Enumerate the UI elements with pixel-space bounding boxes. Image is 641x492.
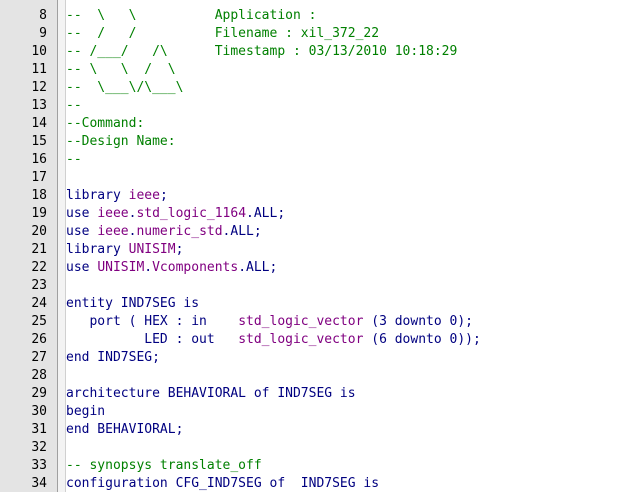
- line-number: 31: [31, 422, 47, 437]
- code-token-comment: -- / / Filename : xil_372_22: [66, 26, 380, 41]
- code-token-plain: ;: [159, 188, 168, 203]
- code-token-library: numeric_std: [136, 224, 223, 239]
- code-token-comment: -- \___\/\___\: [66, 80, 184, 95]
- line-number: 20: [31, 224, 47, 239]
- code-line[interactable]: -- / / Filename : xil_372_22: [66, 25, 641, 43]
- code-token-keyword: library: [66, 188, 129, 203]
- line-number: 12: [31, 80, 47, 95]
- code-line[interactable]: use ieee.std_logic_1164.ALL;: [66, 205, 641, 223]
- code-token-library: UNISIM: [97, 260, 145, 275]
- line-number: 34: [31, 476, 47, 491]
- code-line[interactable]: LED : out std_logic_vector (6 downto 0))…: [66, 331, 641, 349]
- code-token-comment: -- synopsys translate_off: [66, 458, 262, 473]
- code-token-keyword: configuration CFG_IND7SEG of IND7SEG is: [66, 476, 380, 491]
- code-line[interactable]: --Design Name:: [66, 133, 641, 151]
- code-line[interactable]: architecture BEHAVIORAL of IND7SEG is: [66, 385, 641, 403]
- line-number: 11: [31, 62, 47, 77]
- code-line[interactable]: [66, 169, 641, 187]
- line-number: 32: [31, 440, 47, 455]
- fold-margin: [58, 0, 66, 492]
- code-token-keyword: end BEHAVIORAL;: [66, 422, 184, 437]
- line-number: 19: [31, 206, 47, 221]
- code-token-comment: -- \ \ Application :: [66, 8, 325, 23]
- code-line[interactable]: --Command:: [66, 115, 641, 133]
- line-number: 28: [31, 368, 47, 383]
- line-number-gutter: 8 9 10 11 12 13 14 15 16 17 18 19 20 21 22 23 24 25 26 27 28…: [0, 0, 58, 492]
- line-number: 27: [31, 350, 47, 365]
- line-number: 30: [31, 404, 47, 419]
- code-token-comment: --: [66, 98, 82, 113]
- code-line[interactable]: use ieee.numeric_std.ALL;: [66, 223, 641, 241]
- line-number: 8: [39, 8, 47, 23]
- code-token-comment: -- /___/ /\ Timestamp : 03/13/2010 10:18…: [66, 44, 458, 59]
- code-token-keyword: use: [66, 224, 98, 239]
- code-token-keyword: architecture BEHAVIORAL of IND7SEG is: [66, 386, 356, 401]
- code-token-keyword: end IND7SEG;: [66, 350, 160, 365]
- code-line[interactable]: port ( HEX : in std_logic_vector (3 down…: [66, 313, 641, 331]
- code-line[interactable]: use UNISIM.Vcomponents.ALL;: [66, 259, 641, 277]
- code-line[interactable]: --: [66, 151, 641, 169]
- line-number: 10: [31, 44, 47, 59]
- line-number: 22: [31, 260, 47, 275]
- line-number: 17: [31, 170, 47, 185]
- code-token-keyword: use: [66, 260, 98, 275]
- code-line[interactable]: --: [66, 97, 641, 115]
- line-number: 25: [31, 314, 47, 329]
- code-line[interactable]: configuration CFG_IND7SEG of IND7SEG is: [66, 475, 641, 492]
- line-number: 24: [31, 296, 47, 311]
- line-number: 26: [31, 332, 47, 347]
- code-token-library: ieee: [97, 206, 129, 221]
- line-number: 18: [31, 188, 47, 203]
- code-token-keyword: (6 downto 0));: [363, 332, 481, 347]
- code-token-keyword: entity IND7SEG is: [66, 296, 200, 311]
- line-number: 15: [31, 134, 47, 149]
- code-token-type: std_logic_vector: [238, 332, 364, 347]
- code-line[interactable]: begin: [66, 403, 641, 421]
- line-number: 29: [31, 386, 47, 401]
- code-line[interactable]: -- synopsys translate_off: [66, 457, 641, 475]
- code-token-library: Vcomponents: [152, 260, 239, 275]
- code-line[interactable]: end BEHAVIORAL;: [66, 421, 641, 439]
- code-token-keyword: library: [66, 242, 129, 257]
- code-area[interactable]: -- \ \ Application : -- / / Filename : x…: [66, 0, 641, 492]
- line-number: 14: [31, 116, 47, 131]
- code-line[interactable]: library UNISIM;: [66, 241, 641, 259]
- code-token-plain: .ALL;: [238, 260, 278, 275]
- code-line[interactable]: [66, 439, 641, 457]
- code-token-comment: --Design Name:: [66, 134, 176, 149]
- code-token-keyword: LED : out: [66, 332, 239, 347]
- code-token-keyword: port ( HEX : in: [66, 314, 239, 329]
- code-token-plain: .ALL;: [222, 224, 262, 239]
- code-token-comment: --Command:: [66, 116, 145, 131]
- line-number: 21: [31, 242, 47, 257]
- code-token-library: UNISIM: [128, 242, 176, 257]
- code-token-library: ieee: [97, 224, 129, 239]
- line-number: 9: [39, 26, 47, 41]
- code-line[interactable]: end IND7SEG;: [66, 349, 641, 367]
- code-editor[interactable]: 8 9 10 11 12 13 14 15 16 17 18 19 20 21 22 23 24 25 26 27 28…: [0, 0, 641, 492]
- code-token-keyword: begin: [66, 404, 106, 419]
- code-token-keyword: use: [66, 206, 98, 221]
- code-line[interactable]: -- \___\/\___\: [66, 79, 641, 97]
- line-number: 33: [31, 458, 47, 473]
- code-line[interactable]: -- \ \ / \: [66, 61, 641, 79]
- code-line[interactable]: entity IND7SEG is: [66, 295, 641, 313]
- code-line[interactable]: library ieee;: [66, 187, 641, 205]
- line-number: 23: [31, 278, 47, 293]
- code-token-library: std_logic_1164: [136, 206, 247, 221]
- code-line[interactable]: [66, 277, 641, 295]
- line-number: 13: [31, 98, 47, 113]
- code-line[interactable]: [66, 367, 641, 385]
- code-token-type: std_logic_vector: [238, 314, 364, 329]
- code-token-plain: ;: [175, 242, 184, 257]
- code-line[interactable]: -- \ \ Application :: [66, 7, 641, 25]
- code-token-plain: .ALL;: [246, 206, 286, 221]
- line-number: 16: [31, 152, 47, 167]
- code-token-plain: .: [144, 260, 153, 275]
- code-line[interactable]: -- /___/ /\ Timestamp : 03/13/2010 10:18…: [66, 43, 641, 61]
- code-token-keyword: (3 downto 0);: [363, 314, 473, 329]
- code-token-library: ieee: [128, 188, 160, 203]
- code-token-comment: --: [66, 152, 82, 167]
- code-token-comment: -- \ \ / \: [66, 62, 176, 77]
